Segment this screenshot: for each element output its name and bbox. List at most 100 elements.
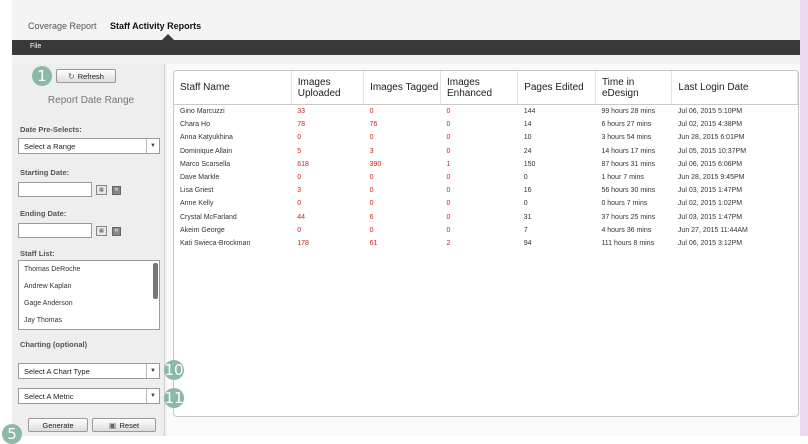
table-header-row: Staff Name Images Uploaded Images Tagged… — [174, 71, 798, 105]
staff-listbox[interactable]: Thomas DeRoche Andrew Kaplan Gage Anders… — [18, 260, 160, 330]
table-row[interactable]: Akeim George 0 0 0 7 4 hours 36 mins Jun 27, 2… — [174, 224, 798, 237]
column-header-images-tagged[interactable]: Images Tagged — [363, 71, 441, 105]
list-item[interactable]: Gage Anderson — [19, 295, 159, 312]
reset-label: Reset — [119, 420, 140, 430]
table-cell: 16 — [523, 187, 532, 195]
table-row[interactable]: Anna Katyukhina 0 0 0 10 3 hours 54 mins Jun 2… — [174, 131, 798, 144]
ending-date-label: Ending Date: — [20, 209, 67, 218]
table-cell: 0 — [369, 174, 374, 182]
table-cell: 24 — [523, 147, 532, 155]
chart-type-select[interactable]: Select A Chart Type ▼ — [18, 363, 160, 379]
report-date-range-title: Report Date Range — [47, 95, 135, 106]
table-row[interactable]: Dominique Allain 5 3 0 24 14 hours 17 mins Jul… — [174, 145, 798, 158]
metric-select[interactable]: Select A Metric ▼ — [18, 388, 160, 404]
table-cell: 87 hours 31 mins — [601, 160, 656, 168]
table-cell: 0 — [446, 226, 451, 234]
table-cell: 0 — [446, 213, 451, 221]
table-cell: 4 hours 36 mins — [601, 226, 652, 234]
table-cell: 1 hour 7 mins — [601, 174, 644, 182]
callout-badge: 1 — [32, 66, 52, 86]
table-row[interactable]: Lisa Griest 3 0 0 16 56 hours 30 mins Jul 03, … — [174, 184, 798, 197]
tab-coverage-report[interactable]: Coverage Report — [28, 21, 97, 31]
clear-icon[interactable]: ✕ — [112, 227, 121, 236]
tab-bar: Coverage Report Staff Activity Reports — [12, 0, 800, 41]
report-sidebar: ↻ Refresh Report Date Range Date Pre-Sel… — [12, 64, 165, 436]
table-cell: 61 — [369, 239, 378, 247]
listbox-scrollbar[interactable] — [153, 263, 158, 299]
list-item[interactable]: Thomas DeRoche — [19, 261, 159, 278]
staff-activity-table-container: Staff Name Images Uploaded Images Tagged… — [173, 70, 799, 417]
column-header-images-uploaded[interactable]: Images Uploaded — [291, 71, 365, 105]
calendar-icon[interactable]: ▦ — [96, 185, 107, 195]
table-cell: 94 — [523, 239, 532, 247]
chevron-down-icon: ▼ — [146, 389, 159, 403]
table-row[interactable]: Crystal McFarland 44 6 0 31 37 hours 25 mins J… — [174, 211, 798, 224]
column-header-pages-edited[interactable]: Pages Edited — [517, 71, 596, 105]
table-cell: 0 — [446, 147, 451, 155]
table-cell: Marco Scarsella — [180, 160, 231, 168]
app-window: Coverage Report Staff Activity Reports F… — [12, 0, 800, 436]
table-cell: Jul 05, 2015 10:37PM — [677, 147, 747, 155]
table-cell: 14 hours 17 mins — [601, 147, 656, 155]
table-cell: 390 — [369, 160, 382, 168]
table-cell: Dave Markle — [180, 174, 220, 182]
date-range-select-value: Select a Range — [24, 142, 76, 151]
staff-list-label: Staff List: — [20, 249, 55, 258]
table-row[interactable]: Kati Swieca-Brockman 178 61 2 94 111 hours 8 … — [174, 237, 798, 250]
reset-icon: ▣ — [108, 420, 117, 430]
generate-label: Generate — [42, 420, 74, 430]
column-header-time-in-edesign[interactable]: Time in eDesign — [595, 71, 673, 105]
table-cell: Jun 27, 2015 11:44AM — [677, 226, 748, 234]
table-cell: 0 — [369, 134, 374, 142]
table-cell: 0 — [446, 200, 451, 208]
table-cell: 0 — [369, 226, 374, 234]
table-cell: Lisa Griest — [180, 187, 214, 195]
table-cell: 3 — [369, 147, 374, 155]
table-cell: 7 — [523, 226, 528, 234]
refresh-button[interactable]: ↻ Refresh — [56, 69, 116, 83]
calendar-icon[interactable]: ▦ — [96, 226, 107, 236]
starting-date-label: Starting Date: — [20, 168, 70, 177]
reset-button[interactable]: ▣ Reset — [92, 418, 156, 432]
clear-icon[interactable]: ✕ — [112, 186, 121, 195]
table-cell: Jul 02, 2015 1:02PM — [677, 200, 743, 208]
column-header-last-login-date[interactable]: Last Login Date — [671, 71, 798, 105]
list-item[interactable]: Andrew Kaplan — [19, 278, 159, 295]
table-cell: Jul 06, 2015 5:10PM — [677, 108, 743, 116]
table-row[interactable]: Dave Markle 0 0 0 0 1 hour 7 mins Jun 28, 2015… — [174, 171, 798, 184]
table-cell: 6 hours 27 mins — [601, 121, 652, 129]
column-header-images-enhanced[interactable]: Images Enhanced — [440, 71, 519, 105]
table-cell: 0 — [523, 174, 528, 182]
date-range-select[interactable]: Select a Range ▼ — [18, 138, 160, 154]
generate-button[interactable]: Generate — [28, 418, 88, 432]
ending-date-input[interactable] — [18, 223, 92, 238]
table-cell: 1 — [446, 160, 451, 168]
table-cell: 0 — [297, 226, 302, 234]
table-cell: Jun 28, 2015 9:45PM — [677, 174, 745, 182]
table-row[interactable]: Chara Ho 78 76 0 14 6 hours 27 mins Jul 02, 20… — [174, 118, 798, 131]
table-cell: 56 hours 30 mins — [601, 187, 656, 195]
tab-staff-activity-reports[interactable]: Staff Activity Reports — [110, 21, 201, 31]
table-row[interactable]: Anne Kelly 0 0 0 0 0 hours 7 mins Jul 02, 2015… — [174, 197, 798, 210]
table-row[interactable]: Marco Scarsella 618 390 1 150 87 hours 31 min… — [174, 158, 798, 171]
table-cell: 0 — [446, 121, 451, 129]
table-cell: Kati Swieca-Brockman — [180, 239, 251, 247]
menu-file[interactable]: File — [30, 43, 41, 50]
table-cell: 3 hours 54 mins — [601, 134, 652, 142]
table-cell: Anna Katyukhina — [180, 134, 233, 142]
starting-date-input[interactable] — [18, 182, 92, 197]
menu-bar: File — [12, 40, 800, 55]
table-cell: 111 hours 8 mins — [601, 239, 655, 247]
table-cell: 0 — [446, 174, 451, 182]
table-cell: 2 — [446, 239, 451, 247]
table-cell: 78 — [297, 121, 306, 129]
table-cell: Akeim George — [180, 226, 225, 234]
table-cell: 150 — [523, 160, 536, 168]
list-item[interactable]: Jay Thomas — [19, 312, 159, 329]
table-cell: 0 hours 7 mins — [601, 200, 648, 208]
table-cell: 0 — [446, 108, 451, 116]
column-header-staff-name[interactable]: Staff Name — [174, 71, 292, 105]
table-row[interactable]: Gino Marcuzzi 33 0 0 144 99 hours 28 mins Jul … — [174, 105, 798, 119]
table-cell: 0 — [297, 134, 302, 142]
table-cell: Chara Ho — [180, 121, 210, 129]
